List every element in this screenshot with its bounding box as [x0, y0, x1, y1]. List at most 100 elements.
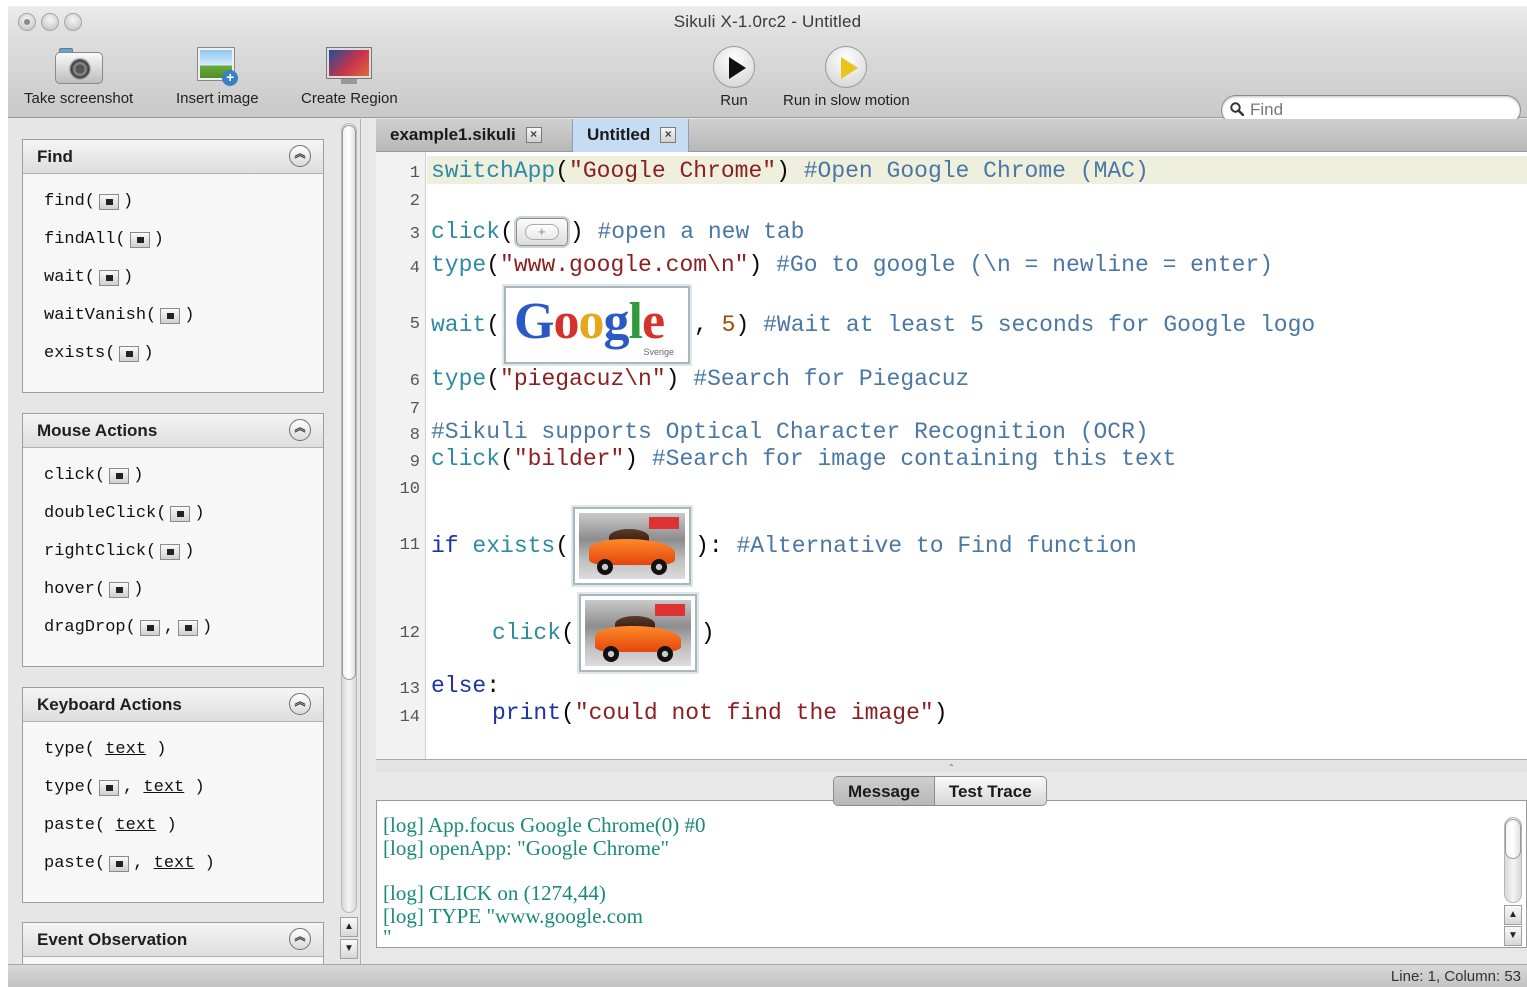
code-number: 5 [721, 312, 736, 338]
capture-icon [99, 779, 120, 796]
event-observation-header[interactable]: Event Observation ︽ [23, 923, 323, 957]
log-line: [log] TYPE "www.google.com [383, 904, 643, 928]
line-number: 3 [409, 225, 420, 244]
event-observation-panel: Event Observation ︽ [22, 922, 324, 964]
cmd-click[interactable]: click() [44, 466, 143, 485]
collapse-icon[interactable]: ︽ [289, 419, 311, 441]
code-function: type [431, 366, 487, 392]
scroll-down-arrow-icon[interactable]: ▼ [340, 939, 358, 959]
cmd-close-paren: ) [123, 192, 134, 211]
collapse-icon[interactable]: ︽ [289, 693, 311, 715]
line-number: 6 [409, 372, 420, 391]
google-logo-capture-image[interactable]: Google Sverige [504, 286, 691, 364]
scroll-thumb[interactable] [1505, 819, 1521, 859]
console-scrollbar[interactable]: ▲ ▼ [1504, 817, 1522, 947]
find-panel-header[interactable]: Find ︽ [23, 140, 323, 174]
scroll-up-arrow-icon[interactable]: ▲ [340, 917, 358, 937]
code-line-13[interactable]: else: [431, 673, 500, 699]
code-line-5[interactable]: wait(Google Sverige, 5) #Wait at least 5 … [431, 286, 1315, 364]
capture-icon [129, 231, 150, 248]
take-screenshot-button[interactable]: Take screenshot [24, 46, 133, 107]
cmd-label: exists( [44, 344, 116, 363]
cmd-dragdrop[interactable]: dragDrop(,) [44, 618, 212, 637]
tab-test-trace[interactable]: Test Trace [935, 777, 1046, 805]
code-line-3[interactable]: click(+) #open a new tab [431, 218, 805, 246]
tab-message[interactable]: Message [834, 777, 935, 805]
orange-car-capture-image[interactable] [578, 594, 697, 672]
cmd-paste-image-text[interactable]: paste(, text ) [44, 854, 215, 873]
cmd-findall[interactable]: findAll() [44, 230, 164, 249]
cmd-wait[interactable]: wait() [44, 268, 133, 287]
find-input[interactable] [1250, 100, 1510, 120]
code-paren: ( [486, 252, 501, 278]
cmd-doubleclick[interactable]: doubleClick() [44, 504, 205, 523]
run-slow-motion-button[interactable]: Run in slow motion [783, 46, 910, 109]
cmd-rightclick[interactable]: rightClick() [44, 542, 194, 561]
code-line-14[interactable]: print("could not find the image") [492, 700, 948, 726]
line-number: 11 [399, 536, 420, 555]
code-line-8[interactable]: #Sikuli supports Optical Character Recog… [431, 419, 1149, 445]
panel-title: Mouse Actions [37, 421, 158, 440]
code-paren: ) [624, 446, 639, 472]
cmd-type-text[interactable]: type( text ) [44, 740, 166, 759]
cmd-find[interactable]: find() [44, 192, 133, 211]
code-line-11[interactable]: if exists(): #Alternative to Find functi… [431, 507, 1137, 585]
code-paren: ( [486, 366, 501, 392]
scroll-up-arrow-icon[interactable]: ▲ [1504, 905, 1522, 925]
tab-example1[interactable]: example1.sikuli × [376, 119, 554, 152]
cmd-hover[interactable]: hover() [44, 580, 143, 599]
close-tab-icon[interactable]: × [525, 127, 542, 143]
create-region-button[interactable]: Create Region [301, 46, 398, 107]
code-line-9[interactable]: click("bilder") #Search for image contai… [431, 446, 1176, 472]
status-bar: Line: 1, Column: 53 [8, 964, 1527, 987]
insert-image-button[interactable]: + Insert image [176, 46, 259, 107]
line-number: 9 [409, 453, 420, 472]
code-paren: ( [561, 700, 575, 726]
screen-region-icon [327, 46, 372, 86]
cmd-close-paren: ) [143, 344, 154, 363]
cmd-type-image-text[interactable]: type(, text ) [44, 778, 205, 797]
close-tab-icon[interactable]: × [660, 127, 677, 143]
log-line: [log] CLICK on (1274,44) [383, 881, 606, 905]
pane-splitter[interactable]: ⌃ [376, 760, 1527, 772]
tab-untitled[interactable]: Untitled × [572, 119, 690, 152]
code-function: type [431, 252, 487, 278]
cmd-paste-text[interactable]: paste( text ) [44, 816, 177, 835]
code-keyword: if [431, 533, 459, 559]
code-comment: #Alternative to Find function [736, 533, 1137, 559]
run-button[interactable]: Run [713, 46, 755, 109]
scroll-thumb[interactable] [342, 125, 356, 680]
mouse-actions-header[interactable]: Mouse Actions ︽ [23, 414, 323, 448]
google-logo-text: Google [514, 293, 665, 350]
code-line-1[interactable]: switchApp("Google Chrome") #Open Google … [431, 158, 1149, 184]
cmd-comma: , [163, 618, 175, 637]
cmd-exists[interactable]: exists() [44, 344, 154, 363]
sidebar-scrollbar[interactable]: ▲ ▼ [339, 123, 359, 963]
command-sidebar: Find ︽ find() findAll() wait() waitVanis… [8, 119, 361, 964]
collapse-icon[interactable]: ︽ [289, 928, 311, 950]
scroll-down-arrow-icon[interactable]: ▼ [1504, 926, 1522, 946]
code-paren: ): [695, 533, 723, 559]
splitter-grip-icon[interactable]: ⌃ [948, 763, 955, 772]
plus-icon: + [524, 224, 559, 240]
insert-image-label: Insert image [176, 90, 259, 107]
new-tab-button-capture-image[interactable]: + [515, 218, 568, 246]
toolbar: Take screenshot + Insert image Create Re… [8, 38, 1527, 125]
code-line-12[interactable]: click() [492, 594, 715, 672]
cmd-close-paren: ) [123, 268, 134, 287]
collapse-icon[interactable]: ︽ [289, 145, 311, 167]
keyboard-actions-header[interactable]: Keyboard Actions ︽ [23, 688, 323, 722]
code-editor[interactable]: 1 2 3 4 5 6 7 8 9 10 11 12 13 14 switchA… [376, 152, 1527, 760]
code-paren: ) [665, 366, 680, 392]
code-line-4[interactable]: type("www.google.com\n") #Go to google (… [431, 252, 1273, 278]
code-line-6[interactable]: type("piegacuz\n") #Search for Piegacuz [431, 366, 969, 392]
message-console[interactable]: [log] App.focus Google Chrome(0) #0 [log… [376, 800, 1527, 948]
capture-icon [109, 581, 130, 598]
code-paren: ( [561, 620, 575, 646]
cmd-close-paren: ) [133, 580, 144, 599]
title-bar: Sikuli X-1.0rc2 - Untitled [8, 6, 1527, 38]
orange-car-capture-image[interactable] [573, 507, 692, 585]
cmd-waitvanish[interactable]: waitVanish() [44, 306, 194, 325]
code-paren: ( [500, 446, 514, 472]
cursor-position: Line: 1, Column: 53 [1390, 968, 1521, 985]
